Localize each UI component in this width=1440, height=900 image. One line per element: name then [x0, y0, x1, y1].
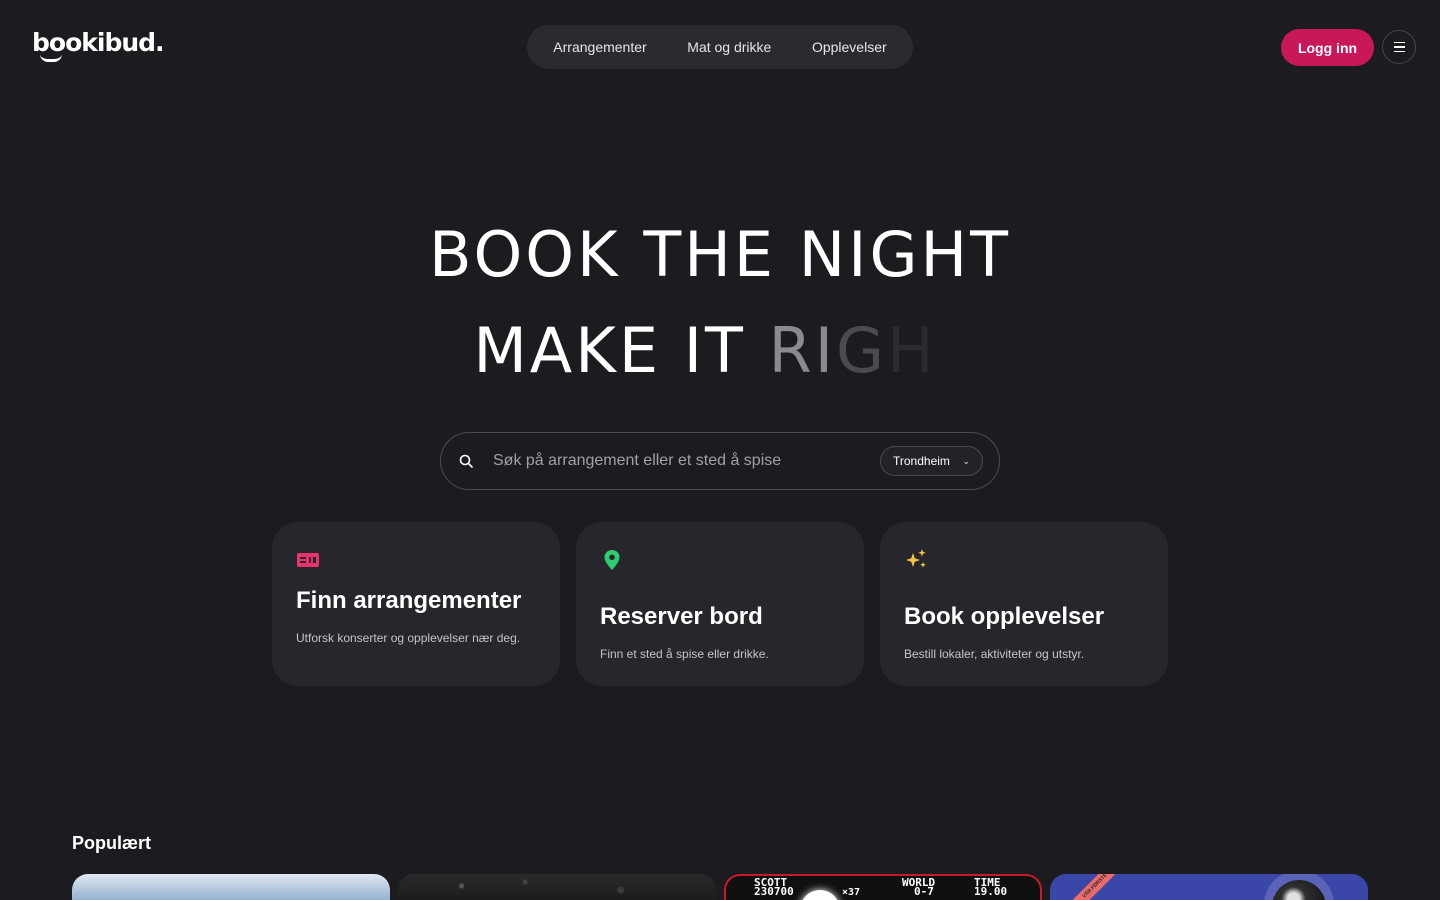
card-title: Finn arrangementer: [296, 587, 522, 614]
login-button[interactable]: Logg inn: [1281, 29, 1374, 66]
popular-section-title: Populært: [72, 833, 151, 853]
hero-line2-typing-2: G: [836, 314, 888, 387]
location-pin-icon: [604, 550, 620, 570]
menu-button[interactable]: [1382, 30, 1416, 64]
sparkles-icon: [906, 549, 926, 568]
card-book-opplevelser[interactable]: Book opplevelser Bestill lokaler, aktivi…: [880, 522, 1168, 686]
thumbnail-game-hud: SCOTT 230700 ×37 WORLD 0-7 TIME 19.00: [752, 876, 1032, 900]
hud-score: 230700: [754, 885, 794, 898]
popular-item-thumbnail[interactable]: VÅR FØRSTE: [1050, 874, 1368, 900]
main-nav: Arrangementer Mat og drikke Opplevelser: [527, 25, 913, 69]
popular-item-thumbnail[interactable]: [398, 874, 716, 900]
nav-item-opplevelser[interactable]: Opplevelser: [800, 31, 899, 63]
ticket-icon: [297, 553, 319, 567]
hero-line2-typing-3: H: [887, 314, 937, 387]
card-reserver-bord[interactable]: Reserver bord Finn et sted å spise eller…: [576, 522, 864, 686]
chevron-down-icon: ⌄: [962, 456, 970, 466]
hud-coins: ×37: [842, 887, 861, 898]
hero-headline-line2: MAKE IT RIGH: [0, 314, 1440, 387]
hero-headline-line1: BOOK THE NIGHT: [429, 218, 1011, 291]
hamburger-menu-icon: [1393, 40, 1405, 54]
city-select-value: Trondheim: [893, 454, 950, 468]
card-title: Book opplevelser: [904, 603, 1105, 630]
card-description: Bestill lokaler, aktiviteter og utstyr.: [904, 647, 1085, 661]
bookibud-logo[interactable]: bookibud.: [32, 28, 165, 62]
search-bar: Trondheim ⌄: [440, 432, 1000, 490]
search-icon[interactable]: [459, 454, 473, 468]
popular-item-thumbnail[interactable]: SCOTT 230700 ×37 WORLD 0-7 TIME 19.00: [724, 874, 1042, 900]
city-select[interactable]: Trondheim ⌄: [880, 446, 983, 476]
logo-smile-mark: [40, 54, 62, 62]
hud-time: 19.00: [974, 885, 1008, 898]
nav-item-mat-og-drikke[interactable]: Mat og drikke: [675, 31, 783, 63]
card-finn-arrangementer[interactable]: Finn arrangementer Utforsk konserter og …: [272, 522, 560, 686]
logo-text: bookibud.: [32, 28, 165, 57]
hero-line2-solid: MAKE IT: [473, 314, 769, 387]
card-title: Reserver bord: [600, 603, 763, 630]
thumbnail-ribbon: VÅR FØRSTE: [1066, 874, 1124, 900]
popular-item-thumbnail[interactable]: [72, 874, 390, 900]
nav-item-arrangementer[interactable]: Arrangementer: [541, 31, 658, 63]
card-description: Finn et sted å spise eller drikke.: [600, 647, 769, 661]
thumbnail-image: [398, 874, 716, 900]
hero-line2-typing-1: RI: [768, 314, 836, 387]
search-input[interactable]: [493, 447, 863, 475]
card-description: Utforsk konserter og opplevelser nær deg…: [296, 631, 521, 645]
